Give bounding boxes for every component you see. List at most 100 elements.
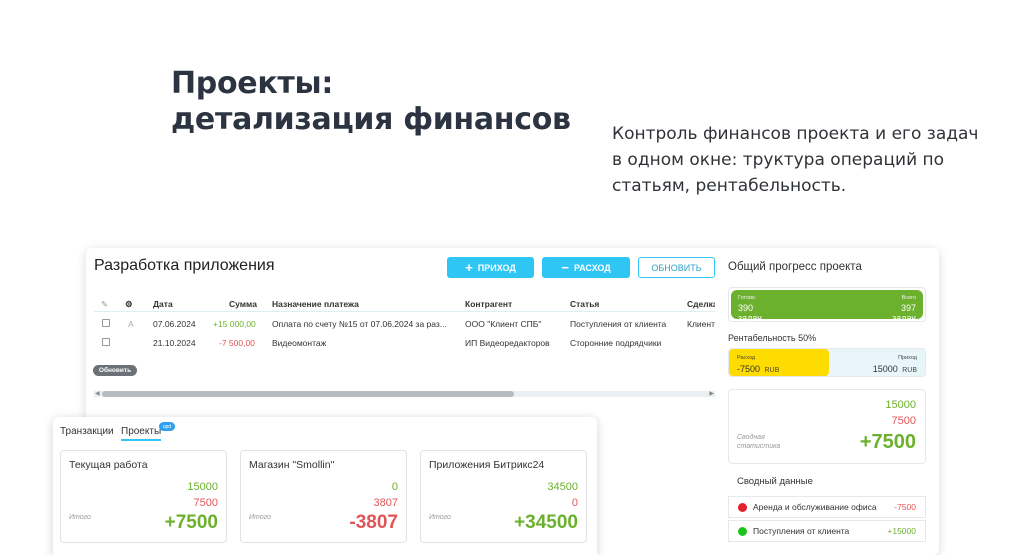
project-card-expense: 0 [571, 497, 578, 509]
add-expense-label: РАСХОД [573, 262, 611, 273]
scrollbar-thumb[interactable] [102, 391, 514, 397]
expense-value: -7500 [737, 364, 761, 374]
aggregate-value: -7500 [894, 502, 916, 512]
row-flag: A [128, 319, 134, 329]
row-checkbox[interactable] [102, 319, 110, 327]
aggregate-label: Аренда и обслуживание офиса [753, 502, 877, 512]
progress-bar: Готово 390 задач Всего 397 задач [731, 290, 923, 323]
progress-total-value: 397 [900, 303, 916, 313]
col-purpose[interactable]: Назначение платежа [272, 299, 359, 309]
table-header: ✎ ⚙ Дата Сумма Назначение платежа Контра… [94, 294, 715, 312]
add-income-label: ПРИХОД [477, 262, 516, 273]
col-counterparty[interactable]: Контрагент [465, 299, 512, 309]
status-dot-icon [738, 503, 747, 512]
progress-title: Общий прогресс проекта [728, 261, 862, 273]
progress-total-unit: задач [892, 313, 916, 323]
project-card-total: +34500 [514, 512, 578, 533]
add-expense-button[interactable]: − РАСХОД [542, 257, 630, 278]
row-checkbox[interactable] [102, 338, 110, 346]
row-date: 21.10.2024 [153, 338, 196, 348]
col-amount[interactable]: Сумма [229, 299, 257, 309]
hero-title-line: детализация финансов [171, 102, 571, 137]
hero-subtitle-line: Контроль финансов проекта и его задач [612, 124, 979, 144]
income-currency: RUB [902, 367, 917, 374]
horizontal-scrollbar[interactable]: ◀ ▶ [94, 391, 715, 397]
tab-transactions[interactable]: Транзакции [60, 426, 114, 437]
row-amount: -7 500,00 [219, 338, 255, 348]
settings-icon[interactable]: ⚙ [125, 299, 133, 310]
expense-currency: RUB [764, 367, 780, 374]
col-deal[interactable]: Сделка [687, 299, 715, 309]
aggregate-value: +15000 [887, 526, 916, 536]
project-card-total: -3807 [349, 512, 398, 533]
tab-projects[interactable]: Проекты [121, 426, 162, 441]
projects-panel: Транзакции Проекты upd Текущая работа 15… [53, 417, 597, 555]
project-card-income: 15000 [187, 481, 218, 493]
project-card-total: +7500 [164, 512, 218, 533]
income-label: Приход [898, 355, 917, 361]
aggregate-row: Аренда и обслуживание офиса -7500 [728, 496, 926, 518]
hero-subtitle: Контроль финансов проекта и его задач в … [612, 121, 1012, 199]
refresh-button[interactable]: ОБНОВИТЬ [638, 257, 715, 278]
table-row[interactable]: A 07.06.2024 +15 000,00 Оплата по счету … [94, 315, 715, 334]
project-card-name: Магазин "Smollin" [249, 459, 335, 471]
edit-icon[interactable]: ✎ [101, 299, 108, 310]
summary-expense: 7500 [891, 415, 916, 427]
income-summary: Приход 15000 RUB [873, 354, 917, 375]
row-deal: Клиент [687, 319, 715, 329]
progress-widget: Готово 390 задач Всего 397 задач [728, 287, 926, 323]
refresh-label: ОБНОВИТЬ [651, 262, 702, 273]
project-card[interactable]: Текущая работа 15000 7500 Итого +7500 [60, 450, 227, 543]
project-card-income: 34500 [547, 481, 578, 493]
expense-label: Расход [737, 355, 756, 361]
add-income-button[interactable]: + ПРИХОД [447, 257, 534, 278]
progress-done-value: 390 [738, 303, 754, 313]
hero-subtitle-line: в одном окне: труктура операций по [612, 150, 945, 170]
hero-title: Проекты: детализация финансов [171, 66, 571, 138]
profitability-title: Рентабельность 50% [728, 333, 817, 343]
project-stats-panel: Общий прогресс проекта Готово 390 задач … [728, 248, 939, 555]
row-amount: +15 000,00 [213, 319, 256, 329]
row-purpose: Видеомонтаж [272, 338, 327, 348]
hero-subtitle-line: статьям, рентабельность. [612, 176, 847, 196]
progress-total: Всего 397 задач [892, 293, 916, 323]
summary-label: Сводная статистика [737, 433, 780, 451]
project-card[interactable]: Магазин "Smollin" 0 3807 Итого -3807 [240, 450, 407, 543]
progress-total-label: Всего [901, 295, 916, 301]
summary-income: 15000 [885, 399, 916, 411]
progress-done-label: Готово [738, 295, 755, 301]
transactions-table: ✎ ⚙ Дата Сумма Назначение платежа Контра… [94, 294, 715, 384]
project-card-total-label: Итого [249, 514, 271, 521]
scroll-right-icon[interactable]: ▶ [709, 391, 714, 397]
project-card-expense: 7500 [193, 497, 218, 509]
aggregate-label: Поступления от клиента [753, 526, 850, 536]
project-card-income: 0 [391, 481, 398, 493]
status-dot-icon [738, 527, 747, 536]
col-date[interactable]: Дата [153, 299, 173, 309]
plus-icon: + [465, 260, 473, 275]
project-card-expense: 3807 [373, 497, 398, 509]
row-article: Сторонние подрядчики [570, 338, 662, 348]
update-badge: upd [159, 422, 175, 431]
refresh-pill-button[interactable]: Обновить [93, 365, 137, 376]
summary-stats: 15000 7500 Сводная статистика +7500 [728, 389, 926, 464]
row-date: 07.06.2024 [153, 319, 196, 329]
row-purpose: Оплата по счету №15 от 07.06.2024 за раз… [272, 319, 447, 329]
project-card-total-label: Итого [429, 514, 451, 521]
col-article[interactable]: Статья [570, 299, 599, 309]
aggregate-title: Сводный данные [737, 476, 813, 487]
project-card-name: Приложения Битрикс24 [429, 459, 545, 471]
table-row[interactable]: 21.10.2024 -7 500,00 Видеомонтаж ИП Виде… [94, 334, 715, 353]
profitability-bar: Расход -7500 RUB Приход 15000 RUB [728, 348, 926, 377]
project-card-name: Текущая работа [69, 459, 148, 471]
progress-done: Готово 390 задач [738, 293, 762, 323]
summary-label-line: Сводная [737, 434, 765, 441]
project-card-total-label: Итого [69, 514, 91, 521]
row-counterparty: ИП Видеоредакторов [465, 338, 550, 348]
project-card[interactable]: Приложения Битрикс24 34500 0 Итого +3450… [420, 450, 587, 543]
progress-done-unit: задач [738, 313, 762, 323]
scroll-left-icon[interactable]: ◀ [95, 391, 100, 397]
expense-summary: Расход -7500 RUB [737, 354, 779, 375]
minus-icon: − [561, 260, 569, 275]
row-counterparty: ООО "Клиент СПБ" [465, 319, 542, 329]
